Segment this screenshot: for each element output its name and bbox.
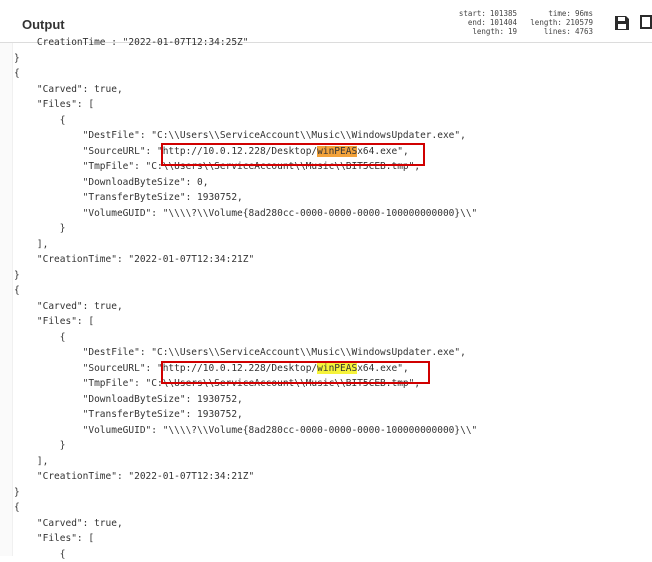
code-line: { [14, 283, 644, 299]
output-stats: time:96ms length:210579 lines:4763 [517, 9, 593, 36]
code-text: ], [14, 239, 48, 250]
code-line: } [14, 221, 644, 237]
code-line: { [14, 66, 644, 82]
panel-title: Output [22, 17, 65, 32]
code-text: CreationTime : "2022-01-07T12:34:25Z" [14, 37, 249, 48]
code-line: "Files": [ [14, 314, 644, 330]
editor-gutter [0, 43, 13, 556]
code-line: "DownloadByteSize": 0, [14, 175, 644, 191]
code-line: { [14, 113, 644, 129]
code-text: } [14, 270, 20, 281]
code-line: "Carved": true, [14, 299, 644, 315]
code-text: "TransferByteSize": 1930752, [14, 192, 243, 203]
stat-start: 101385 [490, 9, 517, 18]
annotation-box-1 [161, 143, 425, 166]
code-line: } [14, 51, 644, 67]
code-text: "Files": [ [14, 99, 94, 110]
code-text: "DownloadByteSize": 0, [14, 177, 208, 188]
code-line: "TransferByteSize": 1930752, [14, 190, 644, 206]
code-text: "VolumeGUID": "\\\\?\\Volume{8ad280cc-00… [14, 208, 477, 219]
code-line: "DestFile": "C:\\Users\\ServiceAccount\\… [14, 128, 644, 144]
code-line: } [14, 485, 644, 501]
code-line: { [14, 500, 644, 516]
code-line: "VolumeGUID": "\\\\?\\Volume{8ad280cc-00… [14, 423, 644, 439]
code-line: "CreationTime": "2022-01-07T12:34:21Z" [14, 252, 644, 268]
code-text: "DestFile": "C:\\Users\\ServiceAccount\\… [14, 347, 466, 358]
code-line: "Files": [ [14, 97, 644, 113]
code-line: "Files": [ [14, 531, 644, 547]
selection-stats: start:101385 end:101404 length:19 [447, 9, 517, 36]
output-text[interactable]: CreationTime : "2022-01-07T12:34:25Z"}{ … [14, 35, 644, 562]
code-line: { [14, 330, 644, 346]
code-line: { [14, 547, 644, 562]
code-text: "Files": [ [14, 316, 94, 327]
code-text: } [14, 53, 20, 64]
code-line: "CreationTime": "2022-01-07T12:34:21Z" [14, 469, 644, 485]
stat-time: 96ms [575, 9, 593, 18]
code-text: } [14, 487, 20, 498]
code-line: "Carved": true, [14, 516, 644, 532]
code-text: "Carved": true, [14, 301, 123, 312]
code-line: CreationTime : "2022-01-07T12:34:25Z" [14, 35, 644, 51]
code-text: "Files": [ [14, 533, 94, 544]
code-text: { [14, 332, 65, 343]
code-text: "TransferByteSize": 1930752, [14, 409, 243, 420]
code-text: "VolumeGUID": "\\\\?\\Volume{8ad280cc-00… [14, 425, 477, 436]
code-line: ], [14, 237, 644, 253]
stat-output-length: 210579 [566, 18, 593, 27]
code-line: "VolumeGUID": "\\\\?\\Volume{8ad280cc-00… [14, 206, 644, 222]
code-line: "DestFile": "C:\\Users\\ServiceAccount\\… [14, 345, 644, 361]
code-text: { [14, 285, 20, 296]
code-line: "TransferByteSize": 1930752, [14, 407, 644, 423]
code-text: } [14, 440, 65, 451]
code-text: } [14, 223, 65, 234]
code-line: ], [14, 454, 644, 470]
code-line: "DownloadByteSize": 1930752, [14, 392, 644, 408]
code-text: { [14, 502, 20, 513]
code-text: "Carved": true, [14, 518, 123, 529]
copy-icon[interactable] [639, 14, 652, 32]
code-line: } [14, 268, 644, 284]
code-text: "Carved": true, [14, 84, 123, 95]
code-text: { [14, 549, 65, 560]
code-text: "CreationTime": "2022-01-07T12:34:21Z" [14, 254, 254, 265]
code-text: ], [14, 456, 48, 467]
code-text: { [14, 68, 20, 79]
code-text: "DestFile": "C:\\Users\\ServiceAccount\\… [14, 130, 466, 141]
code-text: { [14, 115, 65, 126]
save-icon[interactable] [613, 14, 631, 32]
code-text: "DownloadByteSize": 1930752, [14, 394, 243, 405]
annotation-box-2 [161, 361, 430, 384]
code-line: } [14, 438, 644, 454]
code-text: "CreationTime": "2022-01-07T12:34:21Z" [14, 471, 254, 482]
code-line: "Carved": true, [14, 82, 644, 98]
stat-end: 101404 [490, 18, 517, 27]
